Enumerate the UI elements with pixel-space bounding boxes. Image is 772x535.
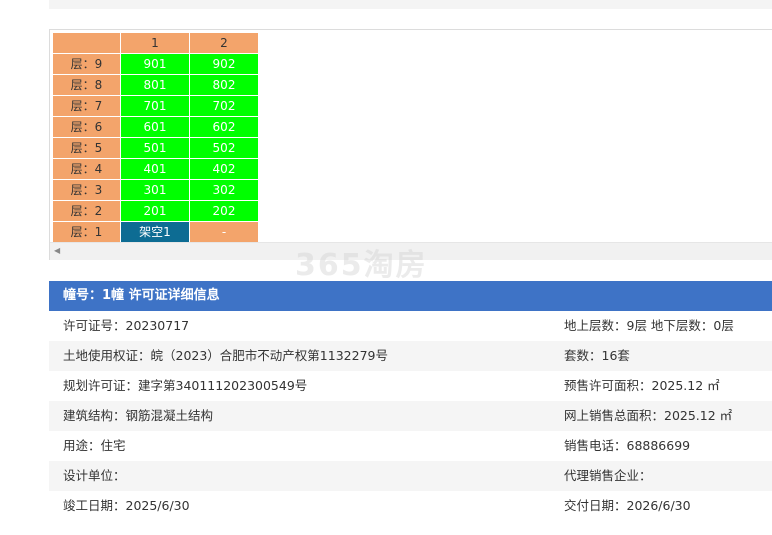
unit-grid-panel: 1 2 层：9 901 902 层：8 801 802 层：7 701 702 … [49,29,772,260]
info-left: 设计单位： [63,468,126,483]
column-header: 2 [189,32,259,54]
info-right: 代理销售企业： [564,468,652,483]
column-header: 1 [120,32,190,54]
info-row: 许可证号：20230717 地上层数：9层 地下层数：0层 [49,311,772,341]
unit-cell[interactable]: 401 [120,158,190,180]
floor-label: 层：1 [52,221,121,243]
info-left: 用途：住宅 [63,438,126,453]
table-row: 层：9 901 902 [52,53,259,75]
unit-cell[interactable]: 201 [120,200,190,222]
floor-label: 层：4 [52,158,121,180]
info-row: 用途：住宅 销售电话：68886699 [49,431,772,461]
table-row: 层：8 801 802 [52,74,259,96]
unit-cell[interactable]: 701 [120,95,190,117]
floor-label: 层：6 [52,116,121,138]
info-row: 规划许可证：建字第340111202300549号 预售许可面积：2025.12… [49,371,772,401]
info-left: 规划许可证：建字第340111202300549号 [63,378,308,393]
info-right: 网上销售总面积：2025.12 ㎡ [564,408,733,423]
info-left: 建筑结构：钢筋混凝土结构 [63,408,214,423]
info-right: 销售电话：68886699 [564,438,691,453]
info-left: 竣工日期：2025/6/30 [63,498,190,513]
info-right: 预售许可面积：2025.12 ㎡ [564,378,720,393]
table-row: 层：5 501 502 [52,137,259,159]
unit-cell[interactable]: 801 [120,74,190,96]
table-row: 层：2 201 202 [52,200,259,222]
permit-info-panel: 幢号：1幢 许可证详细信息 许可证号：20230717 地上层数：9层 地下层数… [49,281,772,521]
info-right: 地上层数：9层 地下层数：0层 [564,318,734,333]
floor-label: 层：2 [52,200,121,222]
unit-cell[interactable]: 502 [189,137,259,159]
unit-cell: - [189,221,259,243]
unit-cell[interactable]: 302 [189,179,259,201]
floor-label: 层：9 [52,53,121,75]
unit-table: 1 2 层：9 901 902 层：8 801 802 层：7 701 702 … [52,32,259,243]
floor-label: 层：7 [52,95,121,117]
unit-cell[interactable]: 901 [120,53,190,75]
unit-cell[interactable]: 202 [189,200,259,222]
unit-cell[interactable]: 501 [120,137,190,159]
info-row: 竣工日期：2025/6/30 交付日期：2026/6/30 [49,491,772,521]
permit-info-title: 幢号：1幢 许可证详细信息 [49,281,772,311]
table-row: 层：3 301 302 [52,179,259,201]
table-row: 层：7 701 702 [52,95,259,117]
info-row: 建筑结构：钢筋混凝土结构 网上销售总面积：2025.12 ㎡ [49,401,772,431]
unit-cell[interactable]: 802 [189,74,259,96]
unit-cell[interactable]: 702 [189,95,259,117]
top-strip [49,0,772,9]
floor-label: 层：8 [52,74,121,96]
info-right: 套数：16套 [564,348,630,363]
info-left: 许可证号：20230717 [63,318,190,333]
unit-cell[interactable]: 601 [120,116,190,138]
scroll-left-icon[interactable]: ◀ [54,246,60,255]
corner-cell [52,32,121,54]
info-right: 交付日期：2026/6/30 [564,498,691,513]
table-row: 层：6 601 602 [52,116,259,138]
unit-cell[interactable]: 301 [120,179,190,201]
unit-cell[interactable]: 402 [189,158,259,180]
unit-cell[interactable]: 602 [189,116,259,138]
floor-label: 层：3 [52,179,121,201]
unit-cell[interactable]: 架空1 [120,221,190,243]
unit-cell[interactable]: 902 [189,53,259,75]
info-row: 土地使用权证：皖（2023）合肥市不动产权第1132279号 套数：16套 [49,341,772,371]
floor-label: 层：5 [52,137,121,159]
horizontal-scrollbar[interactable]: ◀ [50,242,772,260]
info-left: 土地使用权证：皖（2023）合肥市不动产权第1132279号 [63,348,388,363]
info-row: 设计单位： 代理销售企业： [49,461,772,491]
table-header-row: 1 2 [52,32,259,54]
table-row: 层：1 架空1 - [52,221,259,243]
table-row: 层：4 401 402 [52,158,259,180]
